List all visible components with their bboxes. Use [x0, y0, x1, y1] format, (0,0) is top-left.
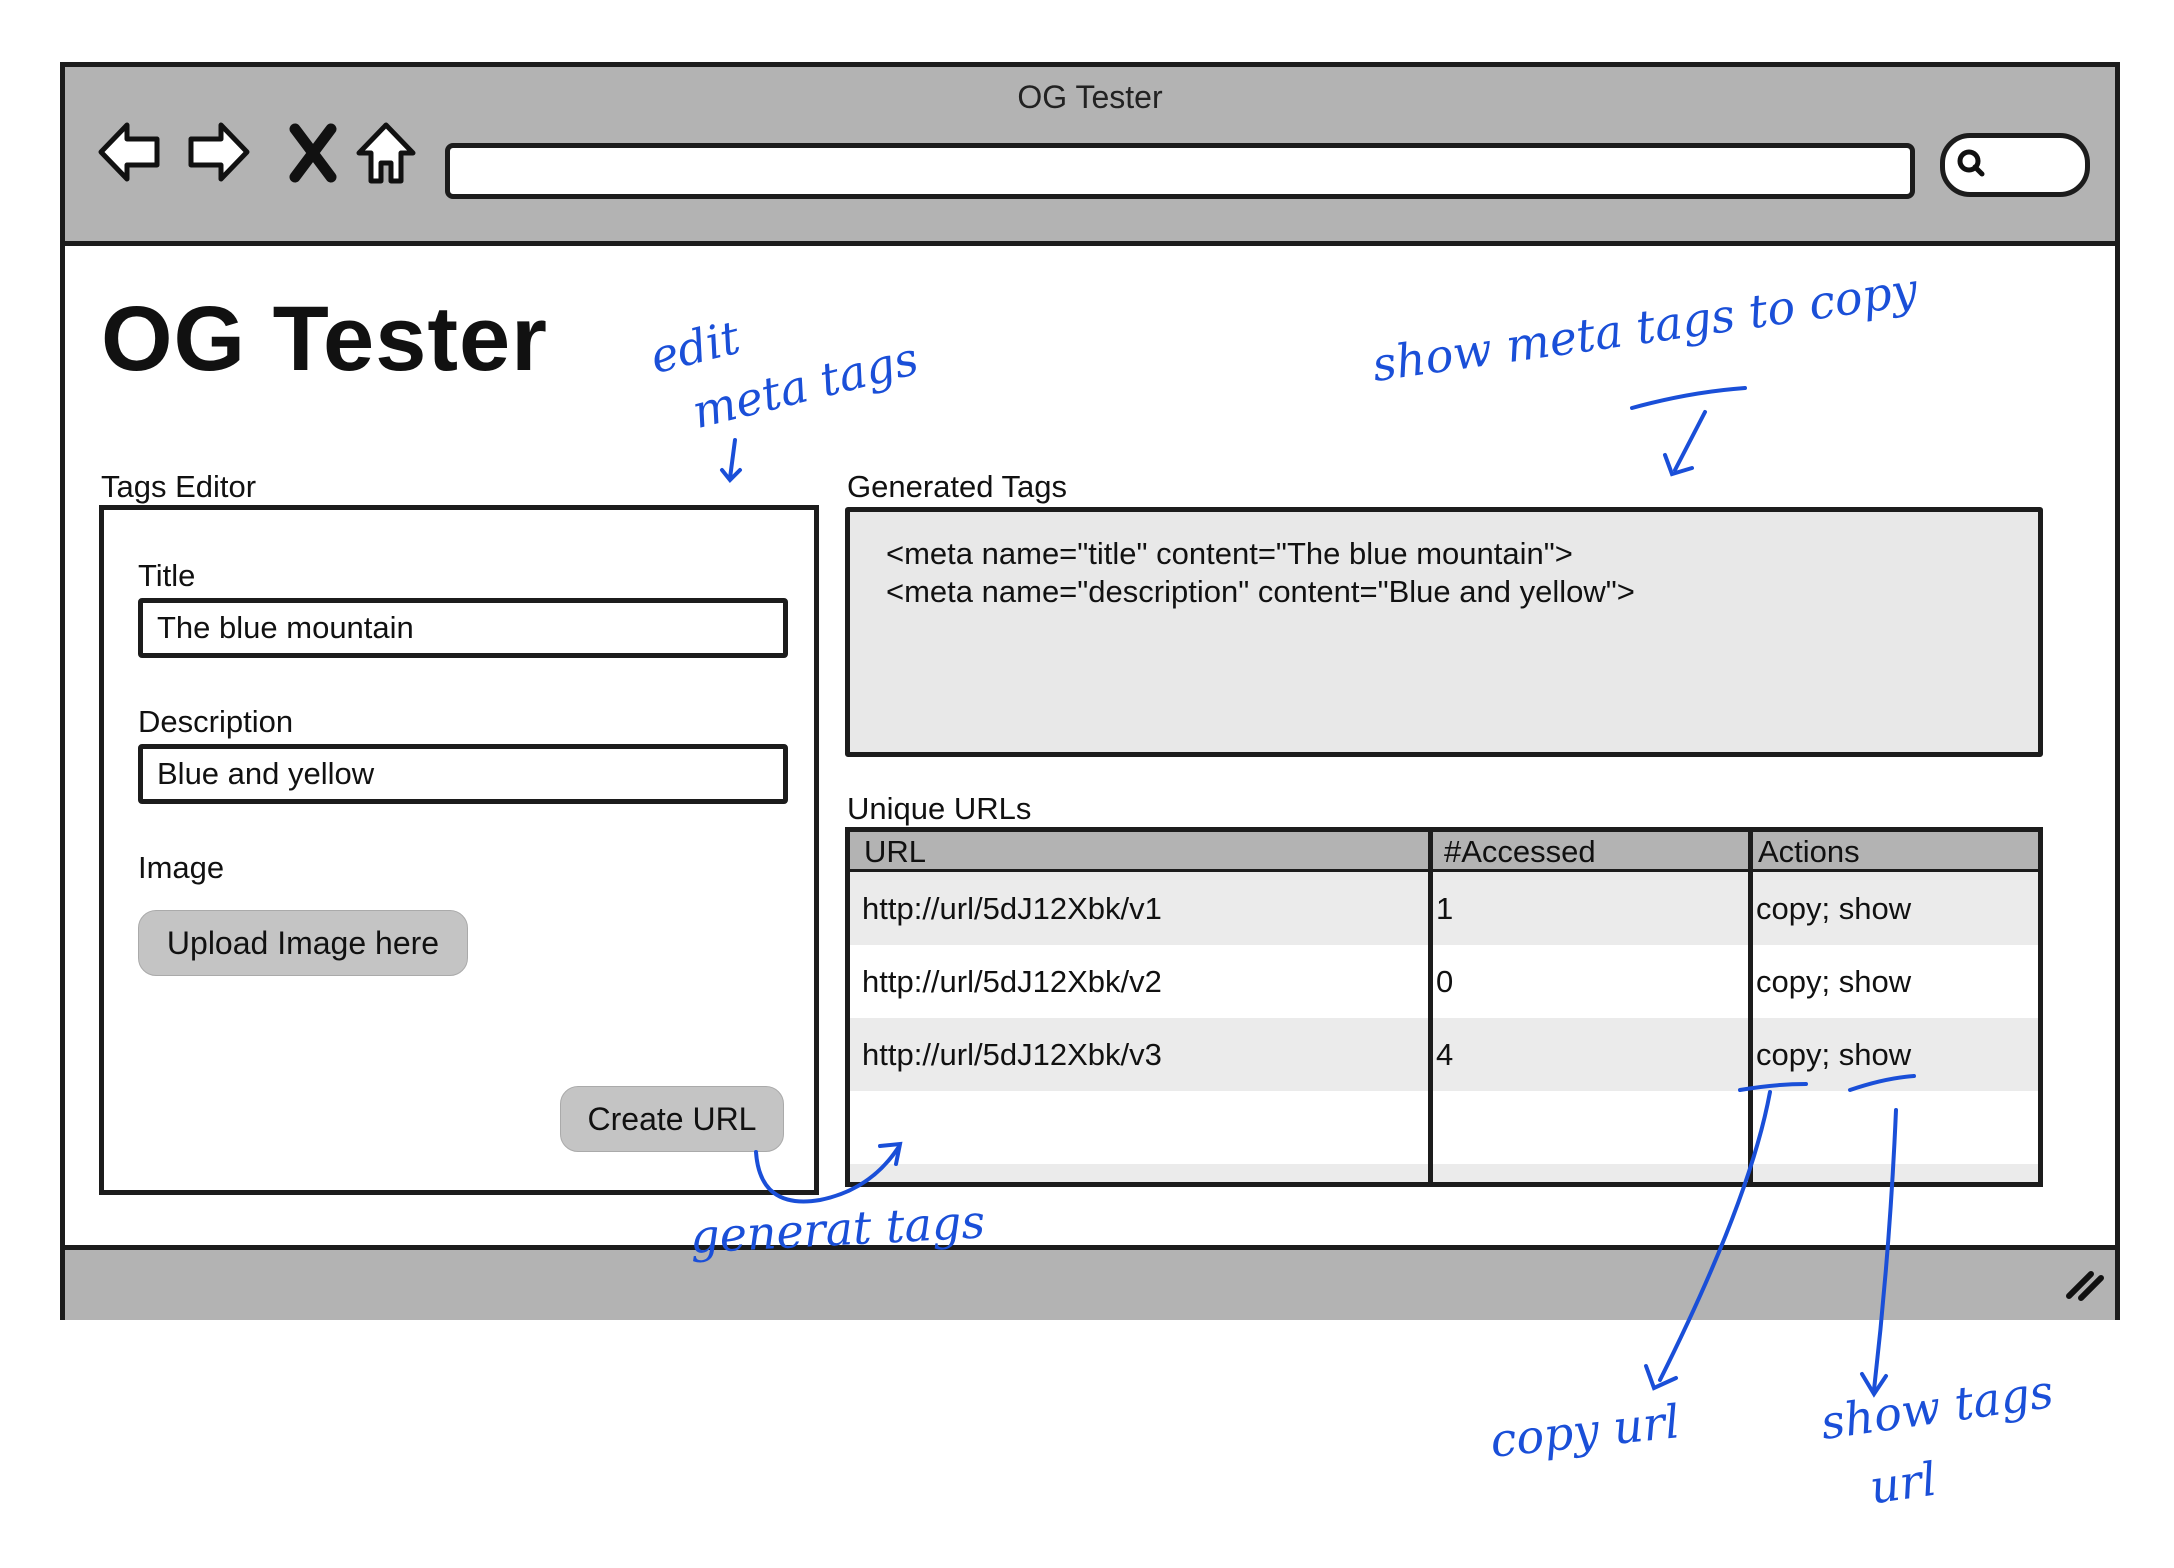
- annotation-arrows: [720, 386, 1916, 1398]
